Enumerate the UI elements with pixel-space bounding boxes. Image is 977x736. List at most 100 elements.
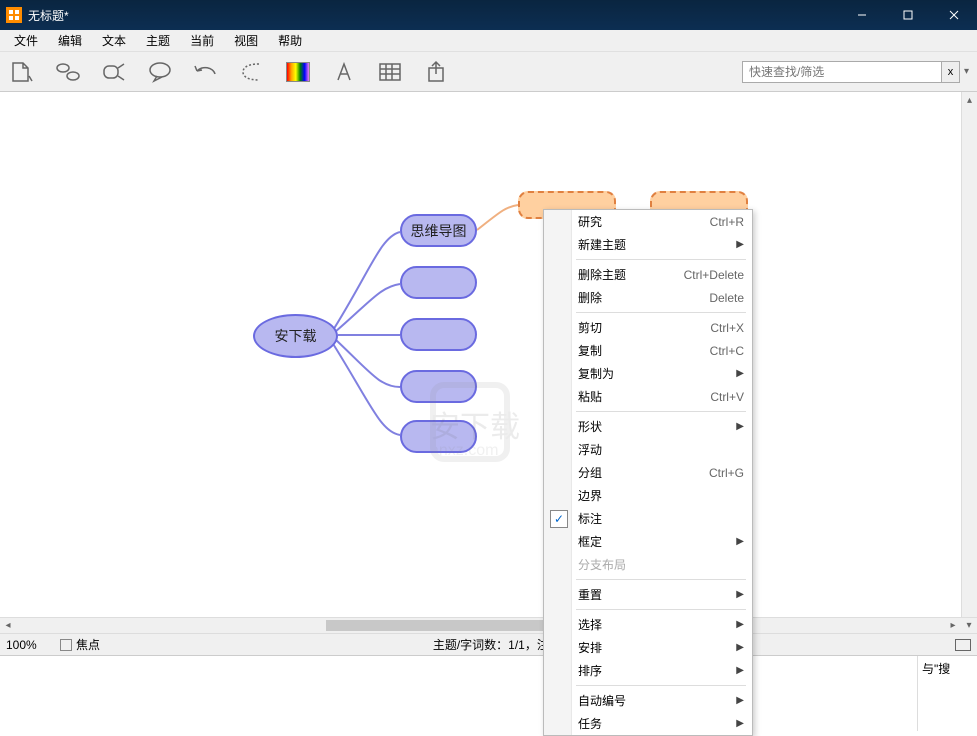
shortcut-label: Ctrl+V [710, 390, 744, 404]
new-doc-icon[interactable] [8, 58, 36, 86]
zoom-level[interactable]: 100% [6, 638, 56, 652]
submenu-arrow-icon: ▶ [736, 619, 744, 630]
menubar: 文件 编辑 文本 主题 当前 视图 帮助 [0, 30, 977, 52]
bottom-panel: 与"搜 [0, 655, 977, 731]
close-button[interactable] [931, 0, 977, 30]
menu-edit[interactable]: 编辑 [48, 30, 92, 51]
context-item-label: 框定 [578, 533, 602, 550]
share-icon[interactable] [422, 58, 450, 86]
context-item[interactable]: 删除主题Ctrl+Delete [544, 263, 752, 286]
app-icon [6, 7, 22, 23]
window-title: 无标题* [28, 7, 839, 24]
context-separator [576, 579, 746, 580]
context-item[interactable]: 安排▶ [544, 636, 752, 659]
context-item[interactable]: 边界 [544, 484, 752, 507]
side-snippet: 与"搜 [917, 656, 977, 731]
submenu-arrow-icon: ▶ [736, 642, 744, 653]
context-item-label: 删除主题 [578, 266, 626, 283]
undo-icon[interactable] [192, 58, 220, 86]
context-item-label: 形状 [578, 418, 602, 435]
menu-topic[interactable]: 主题 [136, 30, 180, 51]
context-item[interactable]: 浮动 [544, 438, 752, 461]
root-node[interactable]: 安下载 [253, 314, 338, 358]
search-input[interactable] [742, 61, 942, 83]
search-dropdown-icon[interactable]: ▾ [964, 66, 969, 77]
status-info: 主题/字词数：1/1，注释/字词数：0/ [100, 636, 955, 653]
context-item[interactable]: 复制Ctrl+C [544, 339, 752, 362]
context-separator [576, 685, 746, 686]
context-item-label: 重置 [578, 586, 602, 603]
context-item[interactable]: 任务▶ [544, 712, 752, 735]
child-label-0: 思维导图 [411, 221, 467, 241]
boundary-icon[interactable] [238, 58, 266, 86]
context-item[interactable]: 形状 ▶ [544, 415, 752, 438]
context-item[interactable]: 复制为▶ [544, 362, 752, 385]
menu-current[interactable]: 当前 [180, 30, 224, 51]
context-item-label: 剪切 [578, 319, 602, 336]
context-item-label: 分支布局 [578, 556, 626, 573]
submenu-arrow-icon: ▶ [736, 665, 744, 676]
context-item-label: 标注 [578, 510, 602, 527]
titlebar: 无标题* [0, 0, 977, 30]
menu-file[interactable]: 文件 [4, 30, 48, 51]
context-item[interactable]: 重置▶ [544, 583, 752, 606]
vertical-scrollbar[interactable]: ▴ [961, 92, 977, 617]
callout-icon[interactable] [146, 58, 174, 86]
context-item-label: 删除 [578, 289, 602, 306]
child-node-0[interactable]: 思维导图 [400, 214, 477, 247]
canvas-area[interactable]: 安下载 思维导图 安下载 anxz.com ▴ [0, 92, 977, 617]
submenu-arrow-icon: ▶ [736, 718, 744, 729]
shortcut-label: Delete [709, 291, 744, 305]
font-icon[interactable] [330, 58, 358, 86]
context-item[interactable]: 框定▶ [544, 530, 752, 553]
maximize-button[interactable] [885, 0, 931, 30]
minimize-button[interactable] [839, 0, 885, 30]
scroll-up-icon[interactable]: ▴ [962, 92, 977, 108]
view-mode-icon[interactable] [955, 639, 971, 651]
submenu-arrow-icon: ▶ [736, 239, 744, 250]
child-node-4[interactable] [400, 420, 477, 453]
root-label: 安下载 [275, 326, 317, 346]
submenu-arrow-icon: ▶ [736, 421, 744, 432]
scroll-left-icon[interactable]: ◂ [0, 618, 16, 633]
menu-view[interactable]: 视图 [224, 30, 268, 51]
context-item[interactable]: 删除 Delete [544, 286, 752, 309]
scroll-thumb[interactable] [326, 620, 556, 631]
context-item[interactable]: 新建主题 ▶ [544, 233, 752, 256]
context-menu: 研究Ctrl+R新建主题▶删除主题Ctrl+Delete删除Delete剪切Ct… [543, 209, 753, 736]
menu-help[interactable]: 帮助 [268, 30, 312, 51]
context-item-label: 排序 [578, 662, 602, 679]
horizontal-scrollbar[interactable]: ◂ ▸ ▾ [0, 617, 977, 633]
child-node-1[interactable] [400, 266, 477, 299]
color-icon[interactable] [284, 58, 312, 86]
split-icon[interactable] [100, 58, 128, 86]
check-icon: ✓ [550, 510, 568, 528]
context-item[interactable]: ✓ 标注 [544, 507, 752, 530]
shortcut-label: Ctrl+C [710, 344, 744, 358]
context-item[interactable]: 粘贴 Ctrl+V [544, 385, 752, 408]
shortcut-label: Ctrl+G [709, 466, 744, 480]
context-item-label: 浮动 [578, 441, 602, 458]
context-item[interactable]: 选择▶ [544, 613, 752, 636]
child-node-2[interactable] [400, 318, 477, 351]
context-item[interactable]: 排序 ▶ [544, 659, 752, 682]
nodes-icon[interactable] [54, 58, 82, 86]
focus-label: 焦点 [76, 636, 100, 653]
search-clear-button[interactable]: x [942, 61, 960, 83]
submenu-arrow-icon: ▶ [736, 695, 744, 706]
calendar-icon[interactable] [376, 58, 404, 86]
focus-checkbox[interactable] [60, 639, 72, 651]
context-item[interactable]: 自动编号 ▶ [544, 689, 752, 712]
context-item-label: 新建主题 [578, 236, 626, 253]
context-item-label: 粘贴 [578, 388, 602, 405]
context-item-label: 复制为 [578, 365, 614, 382]
context-item[interactable]: 分组Ctrl+G [544, 461, 752, 484]
context-item[interactable]: 研究Ctrl+R [544, 210, 752, 233]
scroll-down-icon[interactable]: ▾ [961, 618, 977, 633]
context-item[interactable]: 剪切Ctrl+X [544, 316, 752, 339]
child-node-3[interactable] [400, 370, 477, 403]
scroll-right-icon[interactable]: ▸ [945, 618, 961, 633]
context-item-label: 自动编号 [578, 692, 626, 709]
notes-area[interactable] [0, 656, 917, 731]
menu-text[interactable]: 文本 [92, 30, 136, 51]
